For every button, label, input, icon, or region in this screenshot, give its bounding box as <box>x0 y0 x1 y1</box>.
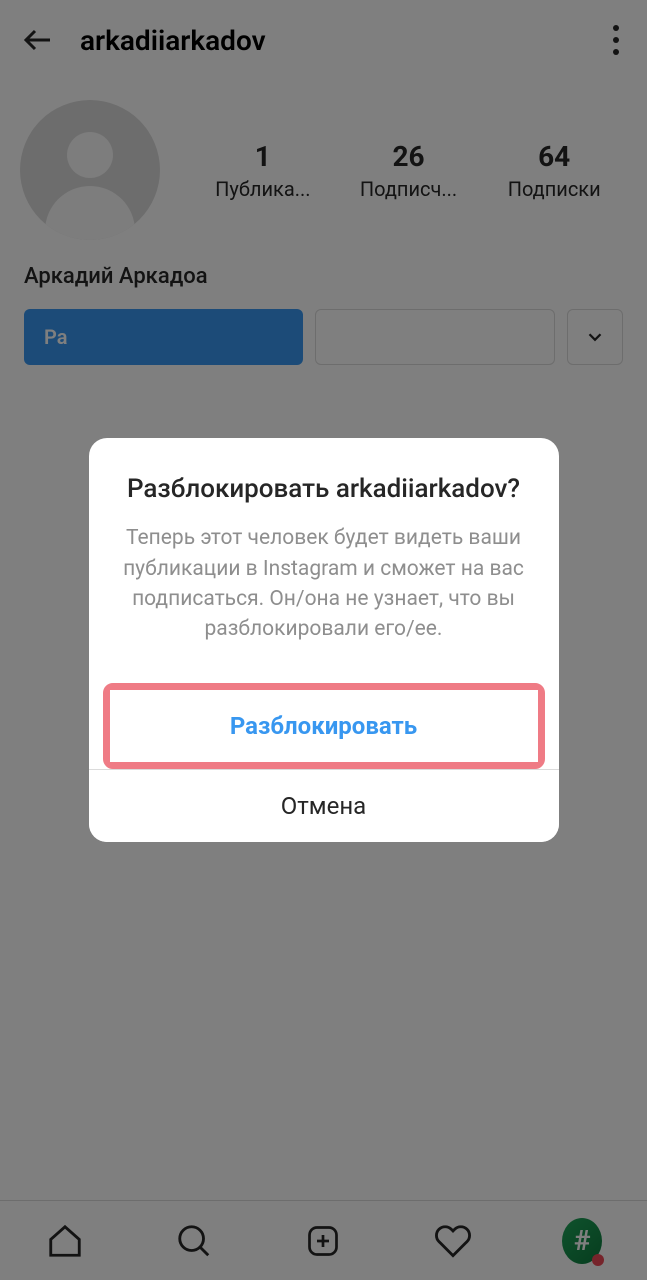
highlight-annotation: Разблокировать <box>103 683 545 769</box>
cancel-button[interactable]: Отмена <box>89 769 559 842</box>
dialog-title: Разблокировать arkadiiarkadov? <box>117 472 531 507</box>
dialog-body: Теперь этот человек будет видеть ваши пу… <box>117 523 531 645</box>
unblock-dialog: Разблокировать arkadiiarkadov? Теперь эт… <box>89 438 559 842</box>
confirm-unblock-button[interactable]: Разблокировать <box>110 690 538 762</box>
modal-overlay[interactable]: Разблокировать arkadiiarkadov? Теперь эт… <box>0 0 647 1280</box>
